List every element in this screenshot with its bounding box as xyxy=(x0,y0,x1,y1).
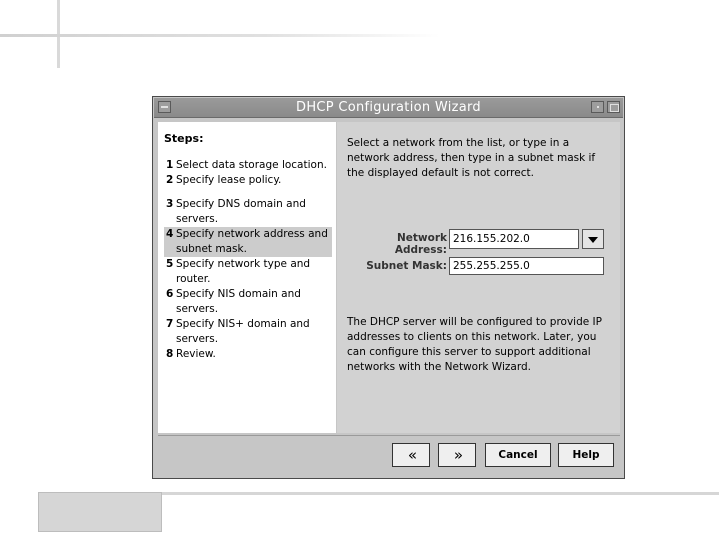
minimize-icon[interactable] xyxy=(591,101,604,113)
step-item: 2 Specify lease policy. xyxy=(164,173,332,188)
step-number: 6 xyxy=(166,288,174,300)
step-text: Specify NIS+ domain and servers. xyxy=(176,318,310,345)
step-number: 8 xyxy=(166,348,174,360)
steps-list: 1 Select data storage location. 2 Specif… xyxy=(164,158,332,362)
step-item: 7 Specify NIS+ domain and servers. xyxy=(164,317,332,347)
step-item: 1 Select data storage location. xyxy=(164,158,332,173)
page-decoration-box xyxy=(38,492,162,532)
step-item: 8 Review. xyxy=(164,347,332,362)
step-number: 4 xyxy=(166,228,174,240)
step-number: 1 xyxy=(166,159,174,171)
step-number: 2 xyxy=(166,174,174,186)
next-button[interactable]: » xyxy=(438,443,476,467)
maximize-icon[interactable] xyxy=(607,101,620,113)
title-bar[interactable]: DHCP Configuration Wizard xyxy=(154,98,623,118)
info-text: The DHCP server will be configured to pr… xyxy=(347,316,602,373)
step-number: 7 xyxy=(166,318,174,330)
step-number: 5 xyxy=(166,258,174,270)
subnet-mask-label: Subnet Mask: xyxy=(366,260,447,272)
cancel-button[interactable]: Cancel xyxy=(485,443,551,467)
network-dropdown-button[interactable] xyxy=(582,229,604,249)
network-address-label: Network Address: xyxy=(394,232,447,256)
step-text: Specify network address and subnet mask. xyxy=(176,228,328,255)
step-text: Review. xyxy=(176,348,216,360)
dhcp-wizard-window: DHCP Configuration Wizard Steps: 1 Selec… xyxy=(152,96,625,479)
button-bar: « » Cancel Help xyxy=(158,435,620,474)
steps-panel: Steps: 1 Select data storage location. 2… xyxy=(158,122,336,433)
step-text: Specify lease policy. xyxy=(176,174,282,186)
step-text: Specify NIS domain and servers. xyxy=(176,288,301,315)
intro-text: Select a network from the list, or type … xyxy=(347,137,596,179)
network-address-input[interactable] xyxy=(449,229,579,249)
content-panel: Select a network from the list, or type … xyxy=(337,122,620,433)
step-text: Specify network type and router. xyxy=(176,258,311,285)
page-decoration-horizontal-line xyxy=(0,34,440,37)
step-item-active: 4 Specify network address and subnet mas… xyxy=(164,227,332,257)
step-item: 3 Specify DNS domain and servers. xyxy=(164,197,332,227)
help-button[interactable]: Help xyxy=(558,443,614,467)
step-number: 3 xyxy=(166,198,174,210)
step-item: 5 Specify network type and router. xyxy=(164,257,332,287)
back-button[interactable]: « xyxy=(392,443,430,467)
step-text: Specify DNS domain and servers. xyxy=(176,198,306,225)
steps-title: Steps: xyxy=(164,132,204,145)
back-chevron-icon: « xyxy=(407,446,417,464)
step-item: 6 Specify NIS domain and servers. xyxy=(164,287,332,317)
next-chevron-icon: » xyxy=(453,446,463,464)
step-text: Select data storage location. xyxy=(176,159,327,171)
window-title: DHCP Configuration Wizard xyxy=(296,100,481,115)
subnet-mask-input[interactable] xyxy=(449,257,604,275)
